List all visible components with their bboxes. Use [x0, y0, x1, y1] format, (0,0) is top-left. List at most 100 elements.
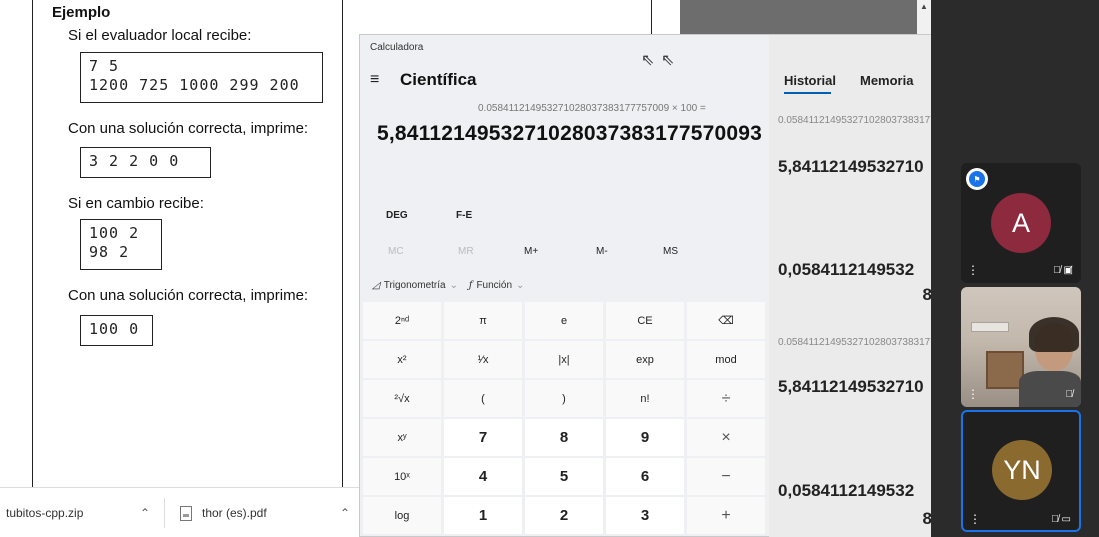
history-result[interactable]: 0,0584112149532 — [778, 481, 932, 501]
angle-unit-button[interactable]: DEG — [386, 210, 408, 221]
pdf-file-icon — [180, 505, 192, 521]
fe-button[interactable]: F-E — [456, 210, 472, 221]
history-panel: Historial Memoria 0.05841121495327102803… — [769, 35, 932, 537]
key-button[interactable]: × — [687, 419, 765, 456]
participant-tile[interactable]: ⚑ A ⋮ 🎙̸ ▣̸ — [961, 163, 1081, 283]
key-button[interactable]: exp — [606, 341, 684, 378]
key-button[interactable]: ¹⁄x — [444, 341, 522, 378]
code-line: 7 5 — [89, 57, 120, 75]
key-button[interactable]: ) — [525, 380, 603, 417]
person-hair — [1029, 317, 1079, 352]
memory-recall-button[interactable]: MR — [458, 246, 474, 257]
mic-off-icon: 🎙̸ ▭ — [1051, 514, 1071, 525]
key-button[interactable]: 4 — [444, 458, 522, 495]
key-button[interactable]: 6 — [606, 458, 684, 495]
hamburger-menu-icon[interactable]: ≡ — [370, 71, 379, 89]
paragraph: Si en cambio recibe: — [68, 195, 204, 212]
history-expression[interactable]: 0.058411214953271028037383177757009 × 10… — [778, 337, 932, 348]
mouse-cursor-icon: ⇖ — [661, 52, 675, 69]
participant-tile-video[interactable]: ⋮ 🎙̸ — [961, 287, 1081, 407]
key-button[interactable]: 2 — [525, 497, 603, 534]
page-border-mid — [342, 0, 343, 487]
triangle-icon: ◿ — [372, 280, 380, 291]
download-item-zip[interactable]: tubitos-cpp.zip — [6, 488, 83, 537]
tab-history[interactable]: Historial — [784, 73, 836, 88]
key-button[interactable]: CE — [606, 302, 684, 339]
key-button[interactable]: x² — [363, 341, 441, 378]
key-button[interactable]: + — [687, 497, 765, 534]
key-button[interactable]: 9 — [606, 419, 684, 456]
section-heading: Ejemplo — [52, 4, 111, 21]
chevron-up-icon[interactable]: ⌃ — [340, 488, 350, 537]
participant-tile-active[interactable]: YN ⋮ 🎙̸ ▭ — [961, 410, 1081, 532]
window-title: Calculadora — [370, 42, 424, 53]
memory-subtract-button[interactable]: M- — [596, 246, 608, 257]
key-button[interactable]: mod — [687, 341, 765, 378]
history-result[interactable]: 5,84112149532710 — [778, 377, 932, 397]
calculator-window: Calculadora ⇖ ⇖ ≡ Científica 0.058411214… — [359, 34, 932, 537]
key-button[interactable]: − — [687, 458, 765, 495]
chevron-up-icon[interactable]: ⌃ — [140, 488, 150, 537]
scroll-up-arrow-icon[interactable]: ▲ — [917, 0, 931, 14]
key-button[interactable]: 7 — [444, 419, 522, 456]
history-expression[interactable]: 0.058411214953271028037383177757009 × 10… — [778, 115, 932, 126]
pin-icon[interactable]: ⚑ — [966, 168, 988, 190]
function-toolbar: ◿ Trigonometría ⌄ ƒ Función ⌄ — [372, 280, 532, 291]
mouse-cursor-icon: ⇖ — [641, 52, 655, 69]
air-conditioner — [971, 322, 1009, 332]
mic-off-icon: 🎙̸ — [1065, 389, 1074, 400]
code-line: 98 2 — [89, 243, 130, 261]
memory-add-button[interactable]: M+ — [524, 246, 538, 257]
chevron-down-icon: ⌄ — [516, 280, 525, 291]
history-result[interactable]: 0,0584112149532 — [778, 260, 932, 280]
key-button[interactable]: ( — [444, 380, 522, 417]
code-line: 100 2 — [89, 224, 140, 242]
expression-display: 0.058411214953271028037383177757009 × 10… — [478, 103, 706, 114]
download-item-pdf[interactable]: thor (es).pdf — [180, 488, 267, 537]
paragraph: Con una solución correcta, imprime: — [68, 120, 309, 137]
code-box-input-1: 7 5 1200 725 1000 299 200 — [80, 52, 323, 103]
chevron-down-icon: ⌄ — [449, 280, 458, 291]
key-button[interactable]: π — [444, 302, 522, 339]
more-options-icon[interactable]: ⋮ — [967, 387, 979, 401]
function-dropdown[interactable]: Función — [476, 280, 512, 291]
code-box-input-2: 100 2 98 2 — [80, 219, 162, 270]
key-button[interactable]: ⌫ — [687, 302, 765, 339]
screen: Ejemplo Si el evaluador local recibe: 7 … — [0, 0, 1099, 537]
paragraph: Si el evaluador local recibe: — [68, 27, 252, 44]
key-button[interactable]: n! — [606, 380, 684, 417]
key-button[interactable]: xʸ — [363, 419, 441, 456]
key-button[interactable]: 8 — [525, 419, 603, 456]
page-border-left — [32, 0, 33, 487]
history-result[interactable]: 5,84112149532710 — [778, 157, 932, 177]
avatar: A — [991, 193, 1051, 253]
memory-store-button[interactable]: MS — [663, 246, 678, 257]
function-icon: ƒ — [468, 280, 473, 291]
more-options-icon[interactable]: ⋮ — [969, 512, 981, 526]
more-options-icon[interactable]: ⋮ — [967, 263, 979, 277]
key-button[interactable]: 3 — [606, 497, 684, 534]
camera-feed — [961, 287, 1081, 407]
result-display: 5,8411214953271028037383177570093 — [377, 122, 763, 145]
code-line: 1200 725 1000 299 200 — [89, 76, 300, 94]
download-bar: tubitos-cpp.zip ⌃ thor (es).pdf ⌃ — [0, 487, 360, 537]
calculator-mode-title: Científica — [400, 70, 477, 89]
download-filename: thor (es).pdf — [202, 506, 267, 520]
tab-memory[interactable]: Memoria — [860, 73, 913, 88]
divider — [164, 498, 165, 528]
key-button[interactable]: |x| — [525, 341, 603, 378]
key-button[interactable]: ÷ — [687, 380, 765, 417]
key-button[interactable]: 1 — [444, 497, 522, 534]
key-button[interactable]: ²√x — [363, 380, 441, 417]
key-button[interactable]: log — [363, 497, 441, 534]
key-button[interactable]: e — [525, 302, 603, 339]
download-filename: tubitos-cpp.zip — [6, 506, 84, 520]
code-line: 3 2 2 0 0 — [89, 152, 180, 170]
trigonometry-dropdown[interactable]: Trigonometría — [384, 280, 446, 291]
memory-clear-button[interactable]: MC — [388, 246, 404, 257]
key-button[interactable]: 5 — [525, 458, 603, 495]
active-tab-indicator — [784, 92, 831, 94]
avatar: YN — [992, 440, 1052, 500]
key-button[interactable]: 2ⁿᵈ — [363, 302, 441, 339]
key-button[interactable]: 10ˣ — [363, 458, 441, 495]
